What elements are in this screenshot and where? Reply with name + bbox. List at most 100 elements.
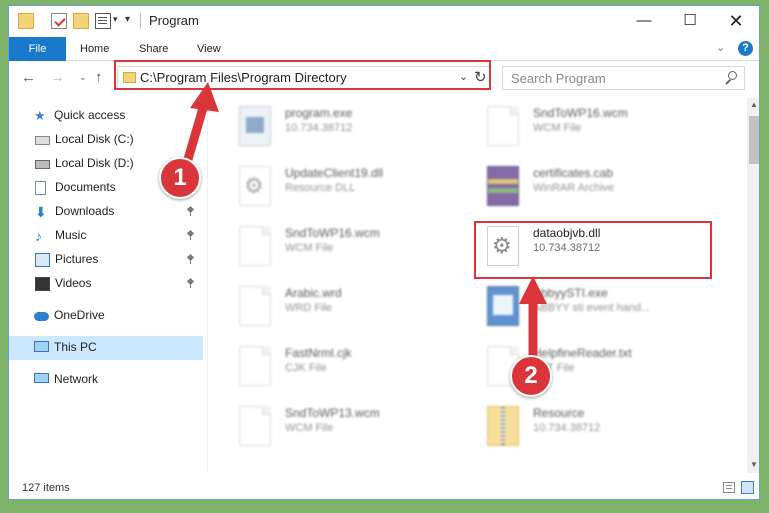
address-highlight (114, 60, 491, 90)
file-meta: 10.734.38712 (285, 122, 353, 134)
pin-icon (187, 207, 194, 216)
details-view-icon[interactable] (723, 482, 735, 493)
sidebar-item-quick-access[interactable]: ★ Quick access (9, 104, 203, 128)
file-item[interactable]: AbbyySTI.exe ABBYY sti event hand... (479, 280, 714, 336)
sidebar-item-label: Local Disk (D:) (55, 156, 134, 170)
file-name: SndToWP13.wcm (285, 406, 380, 420)
file-icon (239, 406, 271, 446)
archive-icon (487, 166, 519, 206)
properties-icon[interactable] (51, 13, 67, 29)
vertical-scrollbar[interactable]: ▲ ▼ (747, 98, 759, 473)
tab-share[interactable]: Share (139, 37, 168, 61)
file-meta: Resource DLL (285, 182, 356, 194)
help-icon[interactable]: ? (738, 41, 753, 56)
customize-toolbar-icon[interactable]: ▾ (125, 14, 130, 25)
drive-icon (35, 160, 50, 169)
navigation-pane: ★ Quick access Local Disk (C:) Local Dis… (9, 98, 207, 473)
download-icon: ⬇ (35, 204, 47, 220)
sidebar-item-this-pc[interactable]: This PC (9, 336, 203, 360)
file-item[interactable]: UpdateClient19.dll Resource DLL (231, 160, 466, 216)
network-icon (34, 373, 49, 383)
file-item[interactable]: SndToWP13.wcm WCM File (231, 400, 466, 456)
ribbon-tabs: File Home Share View ⌄ ? (9, 37, 759, 61)
sidebar-item-downloads[interactable]: ⬇ Downloads (9, 200, 203, 224)
scroll-up-icon[interactable]: ▲ (750, 100, 758, 109)
sidebar-item-pictures[interactable]: Pictures (9, 248, 203, 272)
file-name: program.exe (285, 106, 353, 120)
view-options-icon[interactable] (95, 13, 111, 29)
file-meta: WinRAR Archive (533, 182, 615, 194)
file-meta: WCM File (533, 122, 582, 134)
pin-icon (187, 279, 194, 288)
sidebar-item-label: Local Disk (C:) (55, 132, 134, 146)
tab-file[interactable]: File (9, 37, 66, 61)
file-icon (239, 346, 271, 386)
zip-folder-icon (487, 406, 519, 446)
sidebar-item-network[interactable]: Network (9, 368, 203, 392)
file-icon (239, 226, 271, 266)
status-bar: 127 items (9, 474, 759, 499)
file-item[interactable]: SndToWP16.wcm WCM File (479, 100, 714, 156)
scroll-thumb[interactable] (749, 116, 759, 164)
sidebar-item-label: OneDrive (54, 308, 105, 322)
back-arrow-icon[interactable]: ← (21, 69, 36, 86)
file-meta: WCM File (285, 242, 334, 254)
file-meta: CJK File (285, 362, 327, 374)
sidebar-item-label: Downloads (55, 204, 115, 218)
folder-icon[interactable] (18, 13, 34, 29)
sidebar-item-label: This PC (54, 340, 97, 354)
file-name: UpdateClient19.dll (285, 166, 384, 180)
large-icons-view-icon[interactable] (741, 481, 754, 494)
tab-home[interactable]: Home (80, 37, 109, 61)
file-meta: WRD File (285, 302, 333, 314)
up-arrow-icon[interactable]: ↑ (95, 69, 103, 86)
file-item[interactable]: certificates.cab WinRAR Archive (479, 160, 714, 216)
sidebar-item-music[interactable]: ♪ Music (9, 224, 203, 248)
sidebar-item-local-disk-c[interactable]: Local Disk (C:) (9, 128, 203, 152)
videos-icon (35, 277, 50, 291)
new-folder-icon[interactable] (73, 13, 89, 29)
dll-icon (239, 166, 271, 206)
step-1-badge: 1 (159, 157, 201, 199)
file-icon (239, 286, 271, 326)
close-button[interactable]: ✕ (713, 6, 759, 37)
file-icon (487, 106, 519, 146)
item-count: 127 items (22, 482, 70, 494)
tab-view[interactable]: View (197, 37, 221, 61)
file-item[interactable]: FastNrml.cjk CJK File (231, 340, 466, 396)
file-item[interactable]: SndToWP16.wcm WCM File (231, 220, 466, 276)
file-name: SndToWP16.wcm (285, 226, 380, 240)
view-dropdown-icon[interactable]: ▾ (113, 14, 118, 25)
minimize-button[interactable]: — (621, 6, 667, 37)
sidebar-item-label: Documents (55, 180, 116, 194)
file-item[interactable]: Resource 10.734.38712 (479, 400, 714, 456)
expand-ribbon-icon[interactable]: ⌄ (716, 41, 725, 54)
pin-icon (187, 231, 194, 240)
cloud-icon (34, 312, 49, 321)
file-name: SndToWP16.wcm (533, 106, 628, 120)
computer-icon (34, 341, 49, 352)
drive-icon (35, 136, 50, 145)
search-input[interactable]: Search Program (502, 66, 745, 90)
file-meta: ABBYY sti event hand... (533, 302, 651, 314)
sidebar-item-label: Network (54, 372, 99, 386)
sidebar-item-videos[interactable]: Videos (9, 272, 203, 296)
pin-icon (187, 255, 194, 264)
file-item[interactable]: Arabic.wrd WRD File (231, 280, 466, 336)
pane-divider[interactable] (207, 98, 208, 473)
music-icon: ♪ (35, 228, 42, 244)
forward-arrow-icon[interactable]: → (50, 69, 65, 86)
sidebar-item-label: Pictures (55, 252, 99, 266)
maximize-button[interactable]: ☐ (667, 6, 713, 37)
sidebar-item-label: Quick access (54, 108, 126, 122)
file-name: AbbyySTI.exe (533, 286, 608, 300)
recent-locations-icon[interactable]: ⌄ (79, 72, 87, 83)
sidebar-item-onedrive[interactable]: OneDrive (9, 304, 203, 328)
sidebar-item-label: Videos (55, 276, 92, 290)
file-item[interactable]: program.exe 10.734.38712 (231, 100, 466, 156)
file-highlight (474, 221, 712, 279)
title-separator (140, 13, 141, 29)
scroll-down-icon[interactable]: ▼ (750, 460, 758, 469)
file-meta: WCM File (285, 422, 334, 434)
search-icon[interactable] (723, 70, 739, 86)
